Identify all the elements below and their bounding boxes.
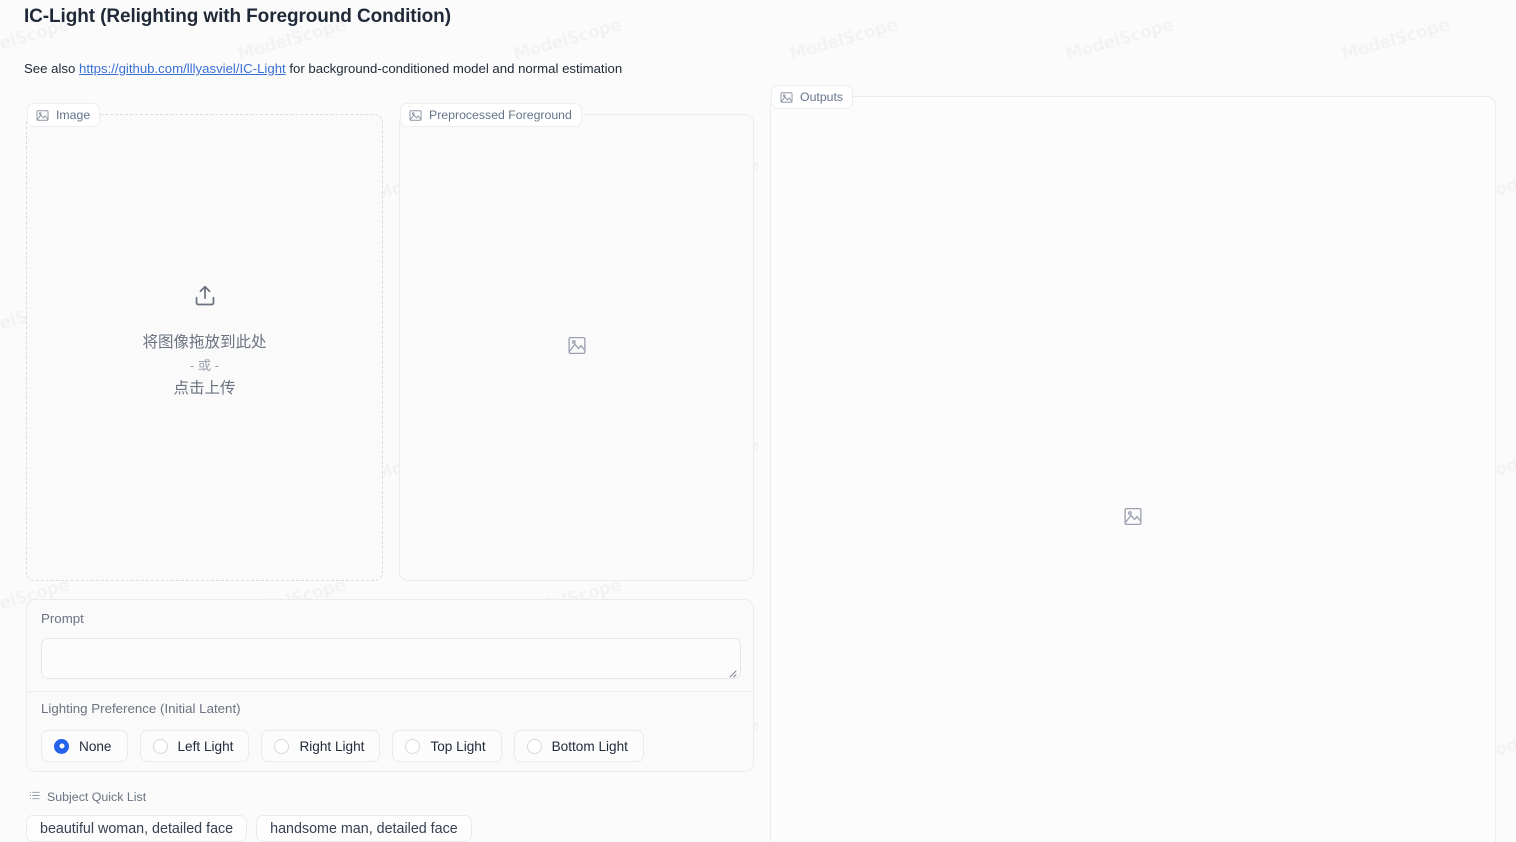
upload-icon: [192, 283, 218, 314]
subtitle-prefix: See also: [24, 61, 79, 76]
app-root: ModelScope ModelScope ModelScope ModelScope…: [0, 0, 1516, 842]
subject-quick-list-chips: beautiful woman, detailed face handsome …: [26, 815, 472, 842]
prompt-input[interactable]: [41, 638, 741, 679]
image-placeholder-icon: [1123, 506, 1144, 532]
preprocessed-foreground-panel: Preprocessed Foreground: [399, 103, 754, 581]
radio-label: Bottom Light: [551, 738, 628, 754]
radio-option-none[interactable]: None: [41, 730, 128, 762]
watermark-text: ModelScope: [1063, 15, 1175, 65]
subject-quick-list-header[interactable]: Subject Quick List: [29, 790, 146, 804]
image-panel-label-text: Image: [56, 108, 91, 122]
upload-dropzone[interactable]: 将图像拖放到此处 - 或 - 点击上传: [27, 283, 382, 400]
subtitle-suffix: for background-conditioned model and nor…: [285, 61, 623, 76]
prompt-label: Prompt: [41, 611, 84, 626]
radio-option-right-light[interactable]: Right Light: [261, 730, 381, 762]
watermark-text: ModelScope: [511, 15, 623, 65]
quick-list-chip[interactable]: beautiful woman, detailed face: [26, 815, 248, 842]
image-panel-label: Image: [27, 103, 101, 127]
resize-handle-icon[interactable]: [726, 665, 737, 678]
watermark-text: ModelScope: [787, 15, 899, 65]
section-divider: [27, 691, 753, 692]
radio-indicator[interactable]: [152, 738, 168, 754]
image-upload-panel[interactable]: Image 将图像拖放到此处 - 或 - 点击上传: [26, 103, 383, 581]
page-subtitle: See also https://github.com/lllyasviel/I…: [24, 61, 622, 76]
outputs-panel: Outputs: [770, 85, 1496, 842]
image-icon: [36, 109, 49, 122]
foreground-panel-label: Preprocessed Foreground: [400, 103, 582, 127]
radio-label: Top Light: [430, 738, 486, 754]
radio-option-top-light[interactable]: Top Light: [392, 730, 502, 762]
subject-quick-list-label: Subject Quick List: [47, 790, 147, 804]
lighting-preference-label: Lighting Preference (Initial Latent): [41, 701, 241, 716]
list-icon: [29, 790, 40, 804]
radio-indicator[interactable]: [274, 738, 290, 754]
radio-indicator[interactable]: [526, 738, 542, 754]
outputs-panel-label-text: Outputs: [800, 90, 844, 104]
radio-indicator[interactable]: [54, 738, 69, 754]
upload-or-text: - 或 -: [189, 358, 220, 373]
upload-drop-text: 将图像拖放到此处: [142, 334, 267, 351]
image-placeholder-icon: [566, 335, 587, 361]
github-link[interactable]: https://github.com/lllyasviel/IC-Light: [79, 61, 286, 76]
radio-option-left-light[interactable]: Left Light: [139, 730, 250, 762]
radio-option-bottom-light[interactable]: Bottom Light: [513, 730, 644, 762]
radio-indicator[interactable]: [405, 738, 421, 754]
prompt-settings-block: Prompt Lighting Preference (Initial Late…: [26, 599, 754, 772]
watermark-text: ModelScope: [1339, 15, 1451, 65]
lighting-radio-group: None Left Light Right Light Top Light Bo…: [41, 730, 644, 762]
radio-label: Left Light: [177, 738, 234, 754]
upload-click-text[interactable]: 点击上传: [173, 378, 235, 400]
outputs-panel-label: Outputs: [771, 85, 854, 109]
foreground-panel-label-text: Preprocessed Foreground: [429, 108, 572, 122]
radio-label: Right Light: [299, 738, 365, 754]
page-title: IC-Light (Relighting with Foreground Con…: [24, 6, 451, 27]
radio-label: None: [79, 738, 112, 754]
quick-list-chip[interactable]: handsome man, detailed face: [256, 815, 472, 842]
image-icon: [409, 109, 422, 122]
image-icon: [780, 91, 793, 104]
